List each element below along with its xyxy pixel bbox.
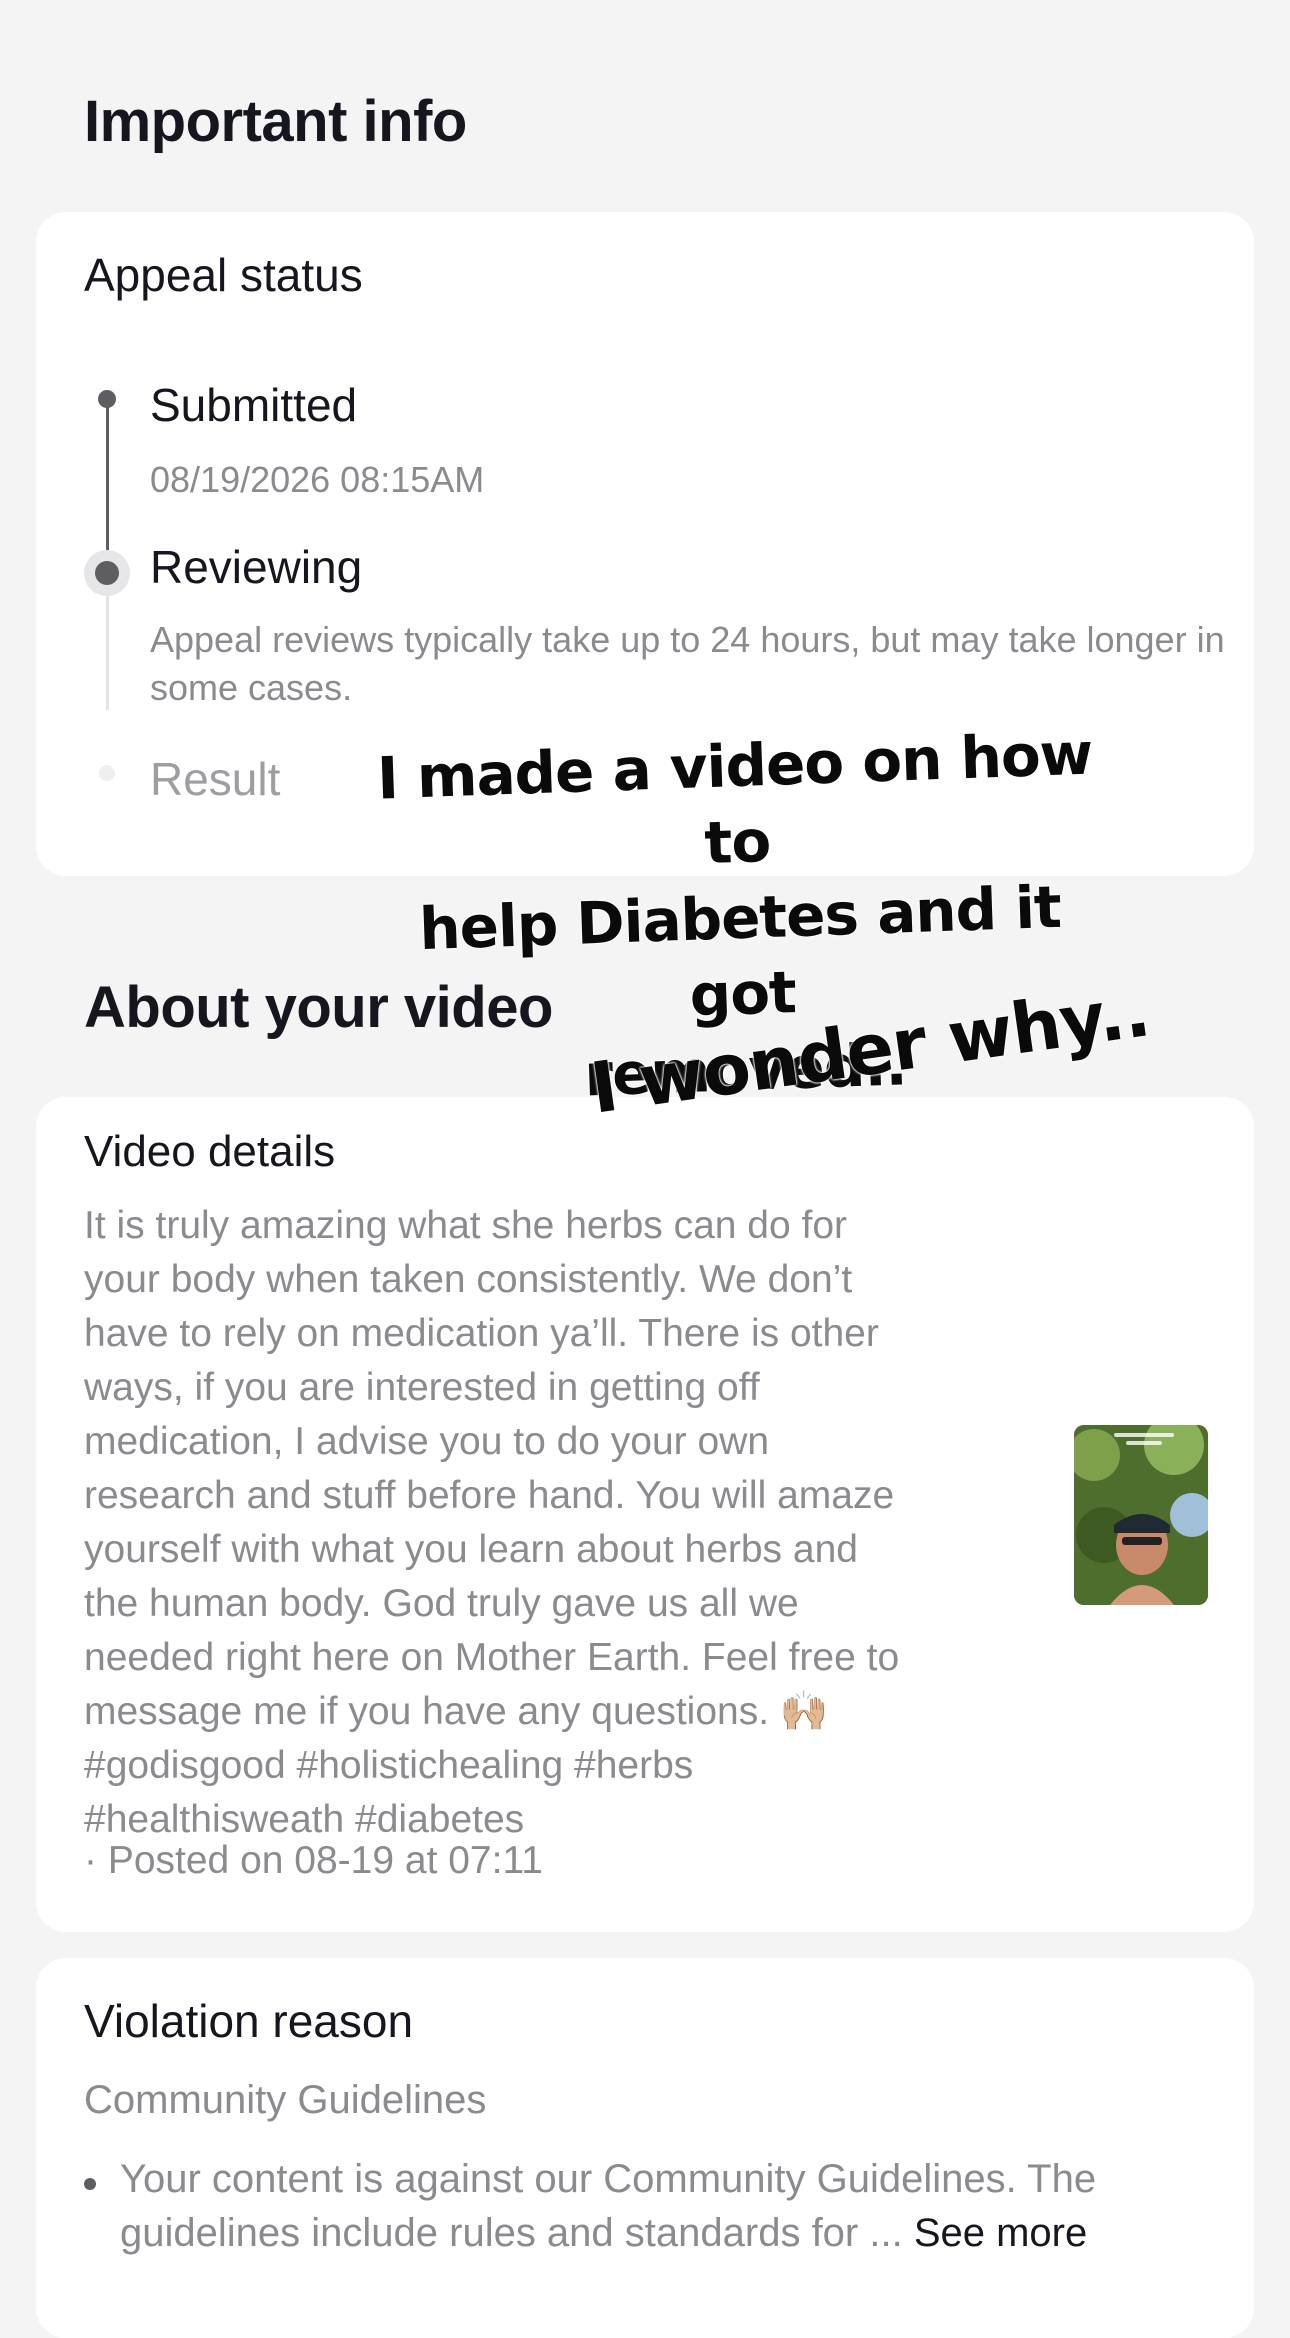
timeline-dot-submitted bbox=[98, 390, 116, 408]
important-info-title: Important info bbox=[84, 89, 467, 154]
video-thumbnail-image bbox=[1074, 1425, 1208, 1605]
step-result-label: Result bbox=[150, 753, 281, 805]
overlay-line-1: I made a video on how to bbox=[376, 719, 1094, 878]
see-more-link[interactable]: See more bbox=[914, 2211, 1087, 2255]
timeline-dot-reviewing bbox=[95, 561, 119, 585]
timeline-dot-result bbox=[99, 765, 115, 781]
video-description: It is truly amazing what she herbs can d… bbox=[84, 1204, 900, 1841]
video-thumbnail[interactable] bbox=[1074, 1425, 1208, 1605]
violation-reason-card: Violation reason Community Guidelines Yo… bbox=[36, 1958, 1254, 2338]
timeline-line-done bbox=[106, 398, 109, 558]
step-submitted-date: 08/19/2026 08:15AM bbox=[150, 459, 485, 500]
step-reviewing-label: Reviewing bbox=[150, 541, 363, 593]
violation-reason-title: Violation reason bbox=[84, 1995, 414, 2047]
video-details-card[interactable]: Video details It is truly amazing what s… bbox=[36, 1097, 1254, 1932]
posted-timestamp: · Posted on 08-19 at 07:11 bbox=[84, 1839, 543, 1882]
bullet-dot bbox=[84, 2178, 96, 2190]
violation-bullet: Your content is against our Community Gu… bbox=[120, 2152, 1230, 2260]
step-submitted-label: Submitted bbox=[150, 379, 358, 431]
violation-category: Community Guidelines bbox=[84, 2078, 487, 2122]
step-reviewing-detail: Appeal reviews typically take up to 24 h… bbox=[150, 619, 1225, 708]
video-details-title: Video details bbox=[84, 1127, 336, 1176]
appeal-status-title: Appeal status bbox=[84, 249, 363, 301]
